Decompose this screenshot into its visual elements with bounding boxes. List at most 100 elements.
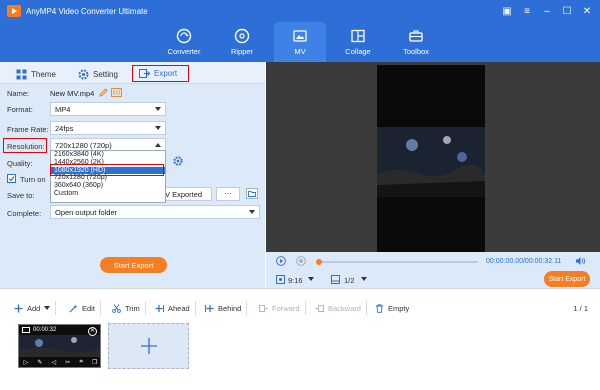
page-indicator: 1 / 1 (573, 304, 588, 313)
svg-text:ID3: ID3 (113, 91, 121, 97)
clip-duration: 00:00:32 (33, 327, 57, 333)
plus-bracket-icon (155, 304, 164, 312)
backward-button[interactable]: Backward (310, 301, 367, 315)
browse-button[interactable]: ··· (216, 187, 240, 201)
tab-theme[interactable]: Theme (16, 66, 56, 82)
gear-icon[interactable] (173, 156, 183, 166)
saveto-label: Save to: (7, 191, 35, 200)
resolution-option[interactable]: Custom (51, 190, 165, 198)
chevron-down-icon[interactable] (361, 277, 367, 281)
chevron-down-icon (155, 107, 161, 111)
name-value: New MV.mp4 (50, 89, 95, 98)
behind-button[interactable]: Behind (200, 301, 248, 315)
chevron-up-icon (155, 143, 161, 147)
add-label: Add (27, 303, 41, 313)
play-icon[interactable]: ▷ (24, 359, 29, 366)
tab-export[interactable]: Export (132, 65, 189, 82)
volume-icon[interactable]: ◁ (52, 359, 57, 366)
framerate-label: Frame Rate: (7, 125, 49, 134)
app-title: AnyMP4 Video Converter Ultimate (26, 7, 148, 16)
main-nav: Converter Ripper MV Collage Toolbox (0, 22, 600, 62)
remove-clip-icon[interactable]: ✕ (88, 327, 97, 336)
magic-wand-icon (69, 304, 78, 312)
close-icon[interactable]: ✕ (580, 4, 594, 18)
play-icon[interactable] (276, 256, 286, 266)
nav-collage[interactable]: Collage (332, 22, 384, 62)
start-export-button-small[interactable]: Start Export (544, 271, 590, 287)
maximize-icon[interactable]: ☐ (560, 4, 574, 18)
progress-handle[interactable] (316, 259, 322, 265)
mv-tabs: Theme Setting Export (0, 62, 265, 84)
time-display: 00:00:00.00/00:00:32.11 (486, 258, 562, 265)
nav-converter-label: Converter (167, 47, 201, 56)
copy-icon[interactable]: ❐ (92, 359, 97, 366)
nav-mv[interactable]: MV (274, 22, 326, 62)
id3-tag-icon[interactable]: ID3 (111, 88, 122, 97)
forward-icon (259, 304, 268, 312)
plus-icon (140, 338, 157, 354)
screen-split-icon (331, 275, 340, 284)
timeline-toolbar: Add Edit Trim Ahead Behind Forward Backw… (0, 288, 600, 390)
checkmark-icon (8, 176, 15, 182)
window-controls: ▣ ≡ – ☐ ✕ (500, 4, 594, 18)
menu-icon[interactable]: ≡ (520, 4, 534, 18)
cut-icon[interactable]: ✂ (65, 359, 70, 366)
behind-label: Behind (218, 303, 242, 313)
resolution-option[interactable]: 2160x3840 (4K) (51, 151, 165, 159)
turn-on-checkbox[interactable] (7, 174, 16, 183)
start-export-button[interactable]: Start Export (100, 257, 167, 273)
aspect-value[interactable]: 9:16 (288, 276, 303, 285)
pencil-icon[interactable] (99, 88, 108, 97)
framerate-select[interactable]: 24fps (50, 121, 166, 135)
feedback-icon[interactable]: ▣ (500, 4, 514, 18)
theme-icon (16, 69, 27, 79)
backward-label: Backward (328, 303, 361, 313)
forward-button[interactable]: Forward (254, 301, 306, 315)
fraction-value[interactable]: 1/2 (344, 276, 354, 285)
converter-icon (176, 28, 192, 44)
scissors-icon (112, 303, 121, 313)
trash-icon (376, 303, 383, 313)
format-select[interactable]: MP4 (50, 102, 166, 116)
complete-value: Open output folder (55, 207, 118, 217)
resolution-label: Resolution: (7, 142, 45, 151)
nav-converter[interactable]: Converter (158, 22, 210, 62)
trim-label: Trim (125, 303, 140, 313)
plus-icon (14, 304, 23, 312)
open-folder-icon[interactable] (246, 188, 258, 199)
ahead-button[interactable]: Ahead (150, 301, 196, 315)
resolution-option-highlight (50, 164, 164, 176)
clip-controls: ▷ ✎ ◁ ✂ ⌗ ❐ (19, 358, 100, 367)
progress-track[interactable] (316, 259, 478, 265)
volume-icon[interactable] (575, 256, 586, 266)
complete-label: Complete: (7, 209, 42, 218)
nav-ripper-label: Ripper (230, 47, 254, 56)
resolution-option[interactable]: 360x640 (360p) (51, 182, 165, 190)
edit-button[interactable]: Edit (64, 301, 101, 315)
concert-thumbnail-image (377, 65, 485, 252)
nav-toolbox[interactable]: Toolbox (390, 22, 442, 62)
timeline-clip[interactable]: 00:00:32 ✕ ▷ ✎ ◁ ✂ ⌗ ❐ (18, 324, 101, 368)
stop-icon[interactable] (296, 256, 306, 266)
chevron-down-icon (44, 306, 51, 310)
ahead-label: Ahead (168, 303, 190, 313)
format-label: Format: (7, 105, 33, 114)
minimize-icon[interactable]: – (540, 4, 554, 18)
complete-select[interactable]: Open output folder (50, 205, 260, 219)
chevron-down-icon[interactable] (308, 277, 314, 281)
video-frame (377, 65, 485, 252)
player-controls: 00:00:00.00/00:00:32.11 9:16 1/2 Start E… (266, 252, 600, 288)
bracket-plus-icon (205, 304, 214, 312)
ripper-icon (234, 28, 250, 44)
tab-setting[interactable]: Setting (78, 66, 118, 82)
add-button[interactable]: Add (9, 301, 57, 315)
add-clip-placeholder[interactable] (108, 323, 189, 369)
aspect-ratio-icon (276, 275, 285, 284)
crop-icon[interactable]: ⌗ (79, 359, 82, 366)
nav-ripper[interactable]: Ripper (216, 22, 268, 62)
edit-icon[interactable]: ✎ (37, 359, 42, 366)
empty-button[interactable]: Empty (370, 301, 414, 315)
trim-button[interactable]: Trim (107, 301, 146, 315)
video-clip-icon (22, 327, 30, 333)
forward-label: Forward (272, 303, 300, 313)
